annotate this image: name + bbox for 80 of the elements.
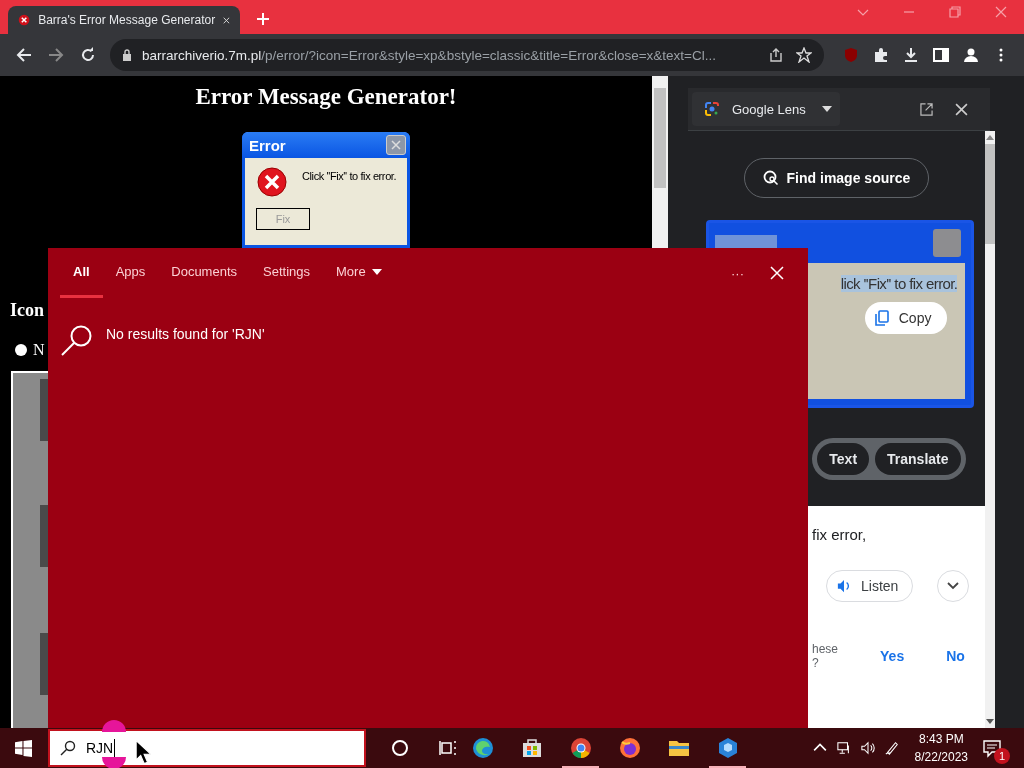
notification-icon[interactable] [982,738,1002,758]
dialog-message: Click ''Fix'' to fix error. [302,170,397,182]
url-text: barrarchiverio.7m.pl/p/error/?icon=Error&style=xp&bstyle=classic&title=Error&close=x&text=Cl... [142,47,717,63]
close-icon[interactable] [955,102,968,116]
scroll-up-icon[interactable] [985,135,994,140]
page-heading: Error Message Generator! [194,84,458,110]
task-view-icon[interactable] [438,738,458,758]
share-icon[interactable] [768,47,784,63]
listen-button[interactable]: Listen [826,570,914,602]
mouse-cursor [135,739,151,765]
copy-button[interactable]: Copy [864,302,948,334]
close-icon [391,140,401,150]
star-icon[interactable] [796,47,812,63]
download-icon[interactable] [903,47,919,63]
search-tab[interactable]: All [60,248,103,298]
reload-icon[interactable] [80,47,96,63]
edge-icon [470,736,495,760]
selection-handle[interactable] [102,757,126,768]
notification-badge: 1 [994,748,1010,764]
windows-icon[interactable] [15,739,32,757]
option-label: N [33,341,45,359]
scrollbar[interactable] [652,76,668,248]
forward-icon[interactable] [48,47,64,63]
captured-close-icon [933,229,962,257]
close-icon[interactable] [223,15,230,25]
caret-icon [371,268,382,275]
radio-button[interactable] [15,344,27,356]
chrome-icon [568,736,593,760]
side-panel-icon[interactable] [933,47,949,63]
section-heading: Icon [10,300,45,321]
tab-title: Barra's Error Message Generator [38,13,216,27]
profile-icon[interactable] [963,47,979,63]
expand-button[interactable] [936,570,969,602]
lock-icon [122,49,132,61]
mode-chip[interactable]: Text [817,443,870,475]
selection-handle[interactable] [102,720,126,732]
search-tab[interactable]: Apps [102,248,159,298]
search-icon [60,324,94,358]
caret-icon [821,106,832,112]
plus-icon[interactable] [256,12,270,26]
lens-icon [704,101,720,117]
scrollbar[interactable] [984,131,995,728]
search-icon [762,170,779,186]
speaker-icon [837,579,851,593]
error-icon [256,166,288,198]
open-external-icon[interactable] [920,102,933,116]
chevron-down-icon [946,582,959,590]
clock-time[interactable]: 8:43 PM [918,730,964,748]
clock-date[interactable]: 8/22/2023 [914,748,968,766]
feedback-question: hese [812,642,839,656]
more-menu[interactable]: More [323,248,395,298]
scroll-down-icon[interactable] [985,719,994,724]
find-image-source-button[interactable]: Find image source [743,158,930,198]
pen-icon[interactable] [884,741,899,755]
search-tab[interactable]: Documents [158,248,250,298]
copy-icon [874,310,889,326]
mode-chip[interactable]: Translate [875,443,961,475]
volume-icon[interactable] [860,741,875,755]
scroll-thumb[interactable] [654,88,666,188]
no-link[interactable]: No [946,648,965,664]
search-icon [60,740,76,756]
network-icon[interactable] [836,741,851,755]
search-field[interactable]: RJN [48,729,366,767]
browser-tab[interactable]: Barra's Error Message Generator [8,6,240,34]
cortana-icon[interactable] [390,738,410,758]
error-icon [18,12,31,28]
search-tab[interactable]: Settings [250,248,323,298]
result-text: fix error, [812,526,868,543]
puzzle-icon[interactable] [873,47,889,63]
options-button[interactable]: ··· [731,265,744,281]
back-icon[interactable] [16,47,32,63]
no-results-message: No results found for 'RJN' [106,326,265,342]
scroll-thumb[interactable] [984,144,995,244]
lens-dropdown[interactable]: Google Lens [692,92,840,126]
dialog-title: Error [249,136,287,154]
address-bar[interactable]: barrarchiverio.7m.pl/p/error/?icon=Error&style=xp&bstyle=classic&title=Error&close=x&text=Cl... [110,39,824,71]
firefox-icon [617,736,642,760]
yes-link[interactable]: Yes [880,648,905,664]
feedback-question: ? [812,656,820,670]
selected-text: lick ''Fix'' to fix error. [840,275,958,292]
